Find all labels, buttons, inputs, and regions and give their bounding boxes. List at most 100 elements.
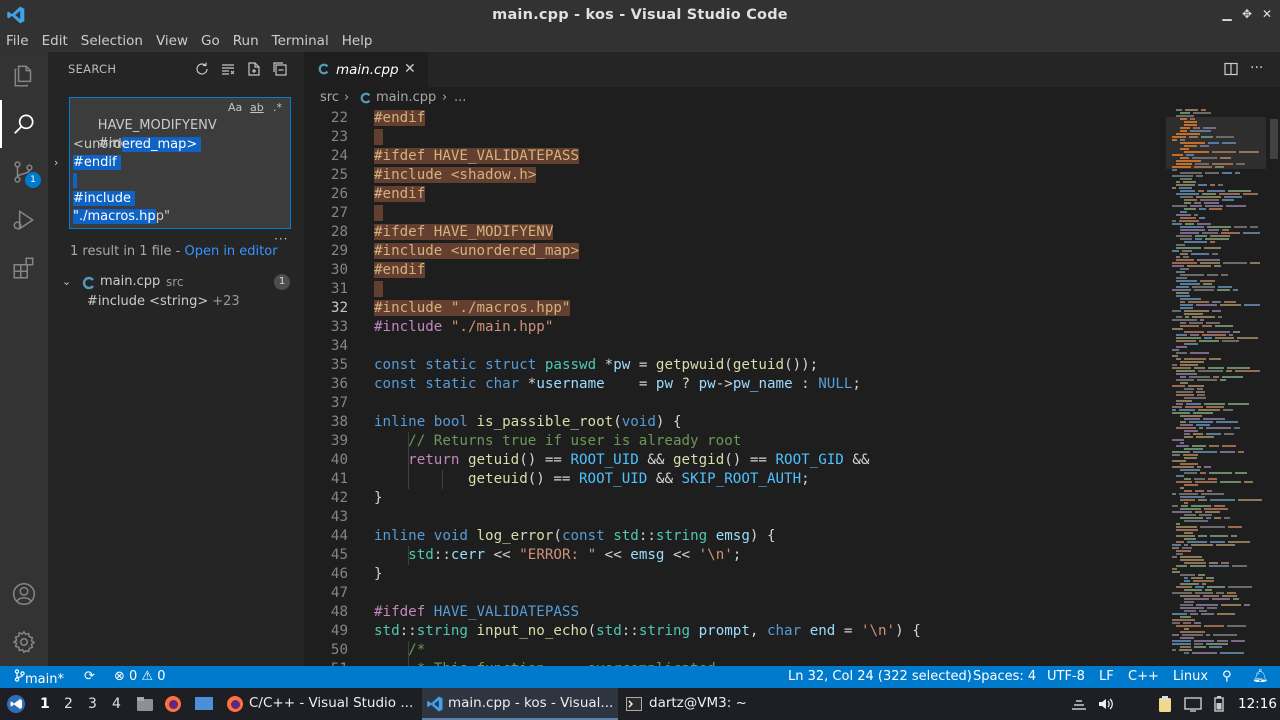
minimize-icon[interactable]: ▁: [1220, 7, 1234, 21]
menu-file[interactable]: File: [6, 33, 29, 49]
workspace-4[interactable]: 4: [112, 696, 121, 712]
start-menu-icon[interactable]: [6, 694, 26, 714]
indent-guide: [442, 470, 443, 489]
problems-status[interactable]: ⊗ 0 ⚠ 0: [114, 669, 166, 684]
menu-selection[interactable]: Selection: [81, 33, 143, 49]
extensions-button[interactable]: [0, 244, 48, 292]
code-line[interactable]: 25 #include <shadow.h>: [304, 166, 1166, 185]
code-line[interactable]: 47: [304, 584, 1166, 603]
code-line[interactable]: 23: [304, 128, 1166, 147]
breadcrumb-src[interactable]: src: [320, 90, 339, 105]
result-file-row[interactable]: ⌄ main.cpp src 1: [48, 272, 304, 294]
menu-edit[interactable]: Edit: [42, 33, 68, 49]
code-line[interactable]: 41 geteuid() == ROOT_UID && SKIP_ROOT_AU…: [304, 470, 1166, 489]
source-control-button[interactable]: 1: [0, 148, 48, 196]
code-line[interactable]: 49 std::string input_no_echo(std::string …: [304, 622, 1166, 641]
collapse-all-button[interactable]: [272, 61, 290, 79]
code-line[interactable]: 33 #include "./main.hpp": [304, 318, 1166, 337]
eol-status[interactable]: LF: [1099, 669, 1114, 684]
file-manager-icon[interactable]: [136, 696, 154, 712]
account-button[interactable]: [0, 570, 48, 618]
firefox-icon[interactable]: [164, 695, 182, 713]
menu-help[interactable]: Help: [342, 33, 373, 49]
settings-button[interactable]: [0, 618, 48, 666]
chevron-down-icon[interactable]: ⌄: [62, 275, 71, 288]
indentation-status[interactable]: Spaces: 4: [973, 669, 1036, 684]
close-window-icon[interactable]: ✕: [1260, 7, 1274, 21]
code-line[interactable]: 44 inline void log_error(const std::strin…: [304, 527, 1166, 546]
code-line[interactable]: 38 inline bool is_passible_root(void) {: [304, 413, 1166, 432]
desktop-icon[interactable]: [194, 696, 214, 712]
code-line[interactable]: 37: [304, 394, 1166, 413]
code-line[interactable]: 46}: [304, 565, 1166, 584]
vertical-scrollbar[interactable]: [1268, 109, 1280, 666]
os-status[interactable]: Linux: [1173, 669, 1208, 684]
code-line[interactable]: 34: [304, 337, 1166, 356]
battery-icon[interactable]: [1210, 695, 1228, 713]
taskbar-window-terminal[interactable]: dartz@VM3: ~: [622, 688, 752, 720]
code-line[interactable]: 42}: [304, 489, 1166, 508]
sync-icon[interactable]: ⟳: [84, 669, 95, 684]
code-line[interactable]: 40 return getuid() == ROOT_UID && getgid…: [304, 451, 1166, 470]
clipboard-icon[interactable]: [1156, 695, 1174, 713]
search-view-button[interactable]: [0, 100, 48, 148]
code-line[interactable]: 36 const static char *username = pw ? pw-…: [304, 375, 1166, 394]
code-line[interactable]: 45 std::cerr << "ERROR: " << emsg << '\n…: [304, 546, 1166, 565]
code-line[interactable]: 39 // Returns true if user is already ro…: [304, 432, 1166, 451]
code-line[interactable]: 24 #ifdef HAVE_VALIDATEPASS: [304, 147, 1166, 166]
code-line[interactable]: 43: [304, 508, 1166, 527]
workspace-1[interactable]: 1: [40, 696, 50, 712]
match-case-icon[interactable]: Aa: [228, 101, 242, 114]
result-match-row[interactable]: #include <string> +23: [87, 294, 240, 309]
minimap[interactable]: [1166, 109, 1280, 666]
live-share-icon[interactable]: ⚲: [1222, 669, 1232, 684]
code-line[interactable]: 29 #include <unordered_map>: [304, 242, 1166, 261]
menu-go[interactable]: Go: [201, 33, 220, 49]
restore-icon[interactable]: ✥: [1240, 7, 1254, 21]
encoding-status[interactable]: UTF-8: [1047, 669, 1085, 684]
search-input[interactable]: HAVE_MODIFYENV Aa ab .* #include <unorde…: [69, 97, 291, 229]
use-regex-icon[interactable]: .*: [273, 101, 282, 114]
code-line[interactable]: 28 #ifdef HAVE_MODIFYENV: [304, 223, 1166, 242]
code-line[interactable]: 31: [304, 280, 1166, 299]
code-line[interactable]: 26 #endif: [304, 185, 1166, 204]
match-whole-word-icon[interactable]: ab: [250, 101, 264, 114]
workspace-2[interactable]: 2: [64, 696, 73, 712]
new-search-editor-button[interactable]: [246, 61, 264, 79]
breadcrumb-symbol[interactable]: ...: [454, 90, 466, 105]
code-line[interactable]: 22 #endif: [304, 109, 1166, 128]
code-line[interactable]: 48 #ifdef HAVE_VALIDATEPASS: [304, 603, 1166, 622]
volume-icon[interactable]: [1096, 695, 1114, 713]
close-tab-icon[interactable]: ✕: [404, 61, 416, 77]
split-editor-icon[interactable]: [1224, 62, 1238, 80]
menu-view[interactable]: View: [156, 33, 188, 49]
screen-icon[interactable]: [1184, 695, 1202, 713]
toggle-replace-chevron-icon[interactable]: ›: [54, 156, 58, 169]
open-in-editor-link[interactable]: Open in editor: [184, 244, 277, 259]
cursor-position-status[interactable]: Ln 32, Col 24 (322 selected): [788, 669, 972, 684]
menu-run[interactable]: Run: [233, 33, 259, 49]
breadcrumb-file[interactable]: main.cpp: [376, 90, 436, 105]
code-line[interactable]: 35 const static struct passwd *pw = getpw…: [304, 356, 1166, 375]
branch-status[interactable]: main*: [14, 669, 64, 687]
tab-main-cpp[interactable]: main.cpp ✕: [304, 52, 428, 87]
code-editor[interactable]: 22 #endif 23 24 #ifdef HAVE_VALIDATEPASS 25 #…: [304, 109, 1166, 666]
notifications-bell-icon[interactable]: 🔔︎: [1252, 669, 1269, 684]
minimap-code-mark: [1184, 601, 1194, 603]
more-actions-icon[interactable]: ···: [1250, 60, 1263, 76]
run-debug-button[interactable]: [0, 196, 48, 244]
menu-terminal[interactable]: Terminal: [272, 33, 329, 49]
scrollbar-thumb[interactable]: [1270, 119, 1278, 159]
language-status[interactable]: C++: [1128, 669, 1159, 684]
clear-results-button[interactable]: [220, 61, 238, 79]
refresh-button[interactable]: [194, 61, 212, 79]
code-line[interactable]: 50 /*: [304, 641, 1166, 660]
workspace-3[interactable]: 3: [88, 696, 97, 712]
taskbar-window-vscode[interactable]: main.cpp - kos - Visual...: [422, 688, 618, 720]
taskbar-window-firefox[interactable]: C/C++ - Visual Studio ...: [222, 688, 418, 720]
code-line[interactable]: 32 #include "./macros.hpp": [304, 299, 1166, 318]
code-line[interactable]: 30 #endif: [304, 261, 1166, 280]
code-line[interactable]: 27: [304, 204, 1166, 223]
explorer-button[interactable]: [0, 52, 48, 100]
network-icon[interactable]: [1070, 695, 1088, 713]
